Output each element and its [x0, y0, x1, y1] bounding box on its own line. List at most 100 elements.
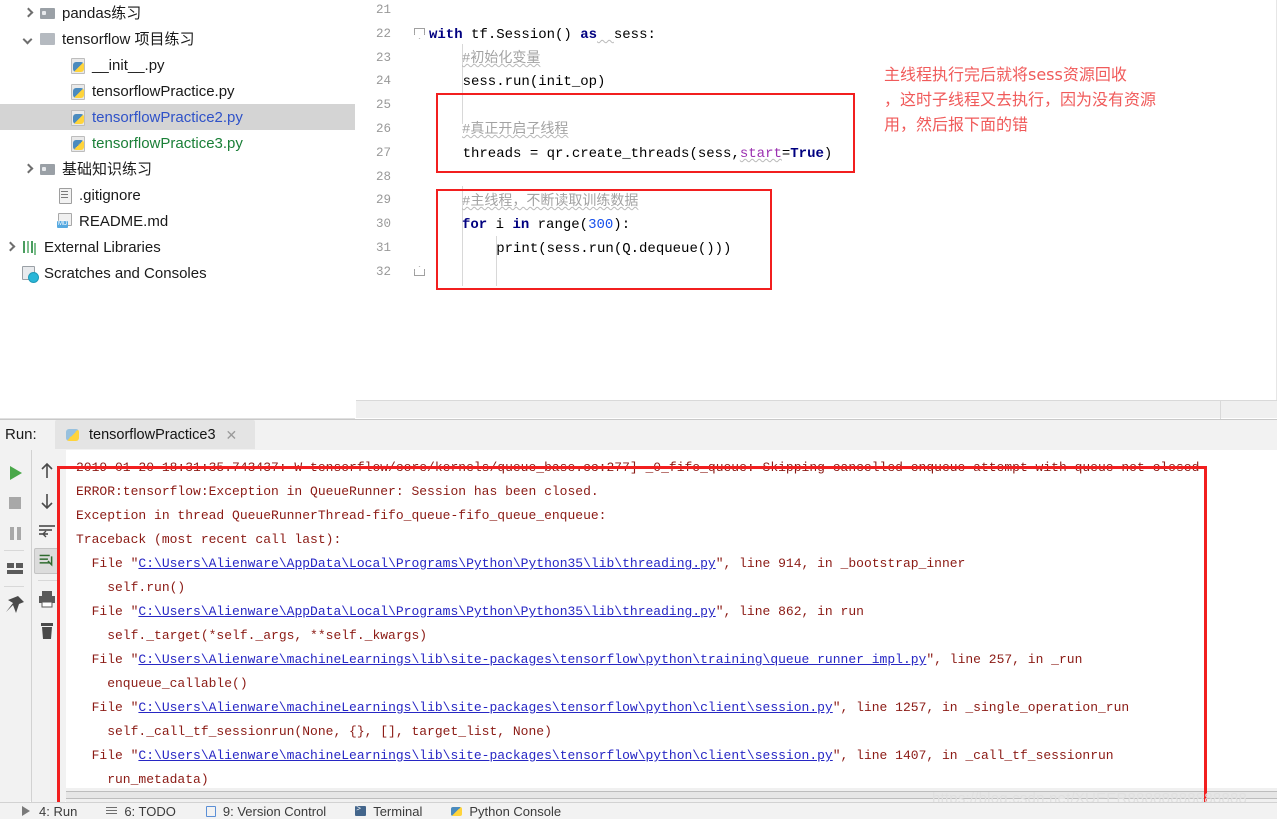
line-number-28: 28	[375, 169, 391, 184]
console-text-segment: run_metadata)	[76, 772, 209, 787]
print-button[interactable]	[34, 586, 60, 612]
console-text-segment: self._target(*self._args, **self._kwargs…	[76, 628, 428, 643]
comment-main-thread: #主线程，不断读取训练数据	[462, 194, 639, 210]
folder-icon	[39, 161, 57, 177]
run-button[interactable]	[2, 460, 28, 486]
editor-gutter[interactable]: 21 22 23 24 25 26 27 28 29 30 31 32	[356, 0, 428, 418]
txt-icon	[56, 187, 74, 204]
layout-button[interactable]	[2, 555, 28, 581]
up-stack-button[interactable]	[34, 458, 60, 484]
python-file-icon	[65, 427, 81, 443]
boolean-true: True	[790, 146, 824, 162]
console-output[interactable]: 2019-01-20 18:31:35.743437: W tensorflow…	[66, 450, 1277, 802]
tree-item-2[interactable]: __init__.py	[0, 52, 355, 78]
stop-button[interactable]	[2, 490, 28, 516]
console-text-segment: self.run()	[76, 580, 186, 595]
clear-all-button[interactable]	[34, 618, 60, 644]
pin-button[interactable]	[2, 592, 28, 618]
console-text-segment: Exception in thread QueueRunnerThread-fi…	[76, 508, 607, 523]
code-line-26: #真正开启子线程	[462, 122, 568, 139]
down-stack-button[interactable]	[34, 488, 60, 514]
toolbar-separator	[4, 550, 24, 551]
chevron-right-icon[interactable]	[4, 241, 17, 254]
annotation-note-text: 主线程执行完后就将sess资源回收 ，这时子线程又去执行，因为没有资源 用，然后…	[884, 65, 1157, 134]
folder-open-icon	[39, 31, 57, 47]
console-line-2: Exception in thread QueueRunnerThread-fi…	[76, 508, 607, 524]
pause-button[interactable]	[2, 520, 28, 546]
kwarg-start: start	[739, 146, 782, 162]
chevron-down-icon[interactable]	[22, 33, 35, 46]
console-line-7: self._target(*self._args, **self._kwargs…	[76, 628, 427, 644]
console-text-segment: File "	[76, 652, 139, 667]
line-number-30: 30	[375, 217, 391, 232]
tree-item-5[interactable]: tensorflowPractice3.py	[0, 130, 355, 156]
run-toolbar-secondary[interactable]	[31, 450, 65, 802]
status-item-label: Python Console	[469, 803, 562, 819]
line-number-23: 23	[375, 50, 391, 65]
tree-item-1[interactable]: tensorflow 项目练习	[0, 26, 355, 52]
project-tree-panel[interactable]: pandas练习 tensorflow 项目练习 __init__.py tensor…	[0, 0, 355, 418]
tree-item-label: tensorflowPractice3.py	[92, 134, 243, 152]
md-icon	[56, 213, 74, 229]
editor-bottom-bar	[356, 400, 1277, 419]
range-argument: 300	[588, 217, 614, 233]
tree-item-9[interactable]: External Libraries	[0, 234, 355, 260]
status-item-label: Terminal	[373, 803, 423, 819]
close-icon[interactable]: ✕	[226, 428, 238, 442]
status-item-0[interactable]: 4: Run	[20, 804, 77, 819]
soft-wrap-button[interactable]	[34, 518, 60, 544]
status-item-label: 9: Version Control	[222, 803, 327, 819]
fold-marker-open-icon[interactable]	[414, 28, 425, 39]
tree-item-10[interactable]: Scratches and Consoles	[0, 260, 355, 286]
console-line-1: ERROR:tensorflow:Exception in QueueRunne…	[76, 484, 599, 500]
console-line-8: File "C:\Users\Alienware\machineLearning…	[76, 652, 1083, 668]
chevron-right-icon[interactable]	[22, 7, 35, 20]
console-file-link[interactable]: C:\Users\Alienware\machineLearnings\lib\…	[138, 748, 832, 763]
fold-marker-end-icon[interactable]	[414, 266, 425, 277]
console-file-link[interactable]: C:\Users\Alienware\machineLearnings\lib\…	[138, 700, 832, 715]
py-icon	[69, 83, 87, 100]
status-item-2[interactable]: 9: Version Control	[204, 804, 326, 819]
paren-close: )	[823, 146, 833, 162]
status-item-4[interactable]: Python Console	[450, 804, 561, 819]
print-dequeue: print(sess.run(Q.dequeue()))	[429, 241, 732, 257]
todo-icon	[105, 805, 119, 817]
console-line-11: self._call_tf_sessionrun(None, {}, [], t…	[76, 724, 552, 740]
folder-icon	[39, 5, 57, 21]
console-file-link[interactable]: C:\Users\Alienware\machineLearnings\lib\…	[138, 652, 926, 667]
run-config-tab[interactable]: tensorflowPractice3 ✕	[55, 420, 255, 449]
console-file-link[interactable]: C:\Users\Alienware\AppData\Local\Program…	[138, 556, 715, 571]
console-text-segment: File "	[76, 604, 139, 619]
code-line-24: sess.run(init_op)	[429, 74, 606, 91]
chevron-right-icon[interactable]	[22, 163, 35, 176]
tree-item-0[interactable]: pandas练习	[0, 0, 355, 26]
py-icon	[69, 109, 87, 126]
tree-item-8[interactable]: README.md	[0, 208, 355, 234]
tree-item-4[interactable]: tensorflowPractice2.py	[0, 104, 355, 130]
tree-item-7[interactable]: .gitignore	[0, 182, 355, 208]
tree-item-3[interactable]: tensorflowPractice.py	[0, 78, 355, 104]
console-line-0: 2019-01-20 18:31:35.743437: W tensorflow…	[76, 460, 1199, 476]
range-close: ):	[613, 217, 631, 233]
status-item-3[interactable]: Terminal	[354, 804, 422, 819]
code-line-27: threads = qr.create_threads(sess,start=T…	[429, 146, 833, 163]
run-window-label: Run:	[5, 426, 37, 443]
run-toolbar-left[interactable]	[0, 450, 30, 802]
line-number-24: 24	[375, 74, 391, 89]
status-item-1[interactable]: 6: TODO	[105, 804, 176, 819]
scroll-to-end-button[interactable]	[34, 548, 60, 574]
code-line-23: #初始化变量	[462, 51, 540, 68]
console-text-segment: ", line 862, in run	[715, 604, 864, 619]
status-bar: 4: Run 6: TODO 9: Version Control Terminal P…	[0, 802, 1277, 819]
run-tab-name: tensorflowPractice3	[89, 426, 216, 443]
sess-identifier: sess:	[613, 27, 656, 43]
console-file-link[interactable]: C:\Users\Alienware\AppData\Local\Program…	[138, 604, 715, 619]
py-icon	[69, 135, 87, 152]
line-number-27: 27	[375, 145, 391, 160]
tree-item-6[interactable]: 基础知识练习	[0, 156, 355, 182]
keyword-with: with	[429, 27, 463, 43]
pycon-icon	[450, 805, 464, 817]
